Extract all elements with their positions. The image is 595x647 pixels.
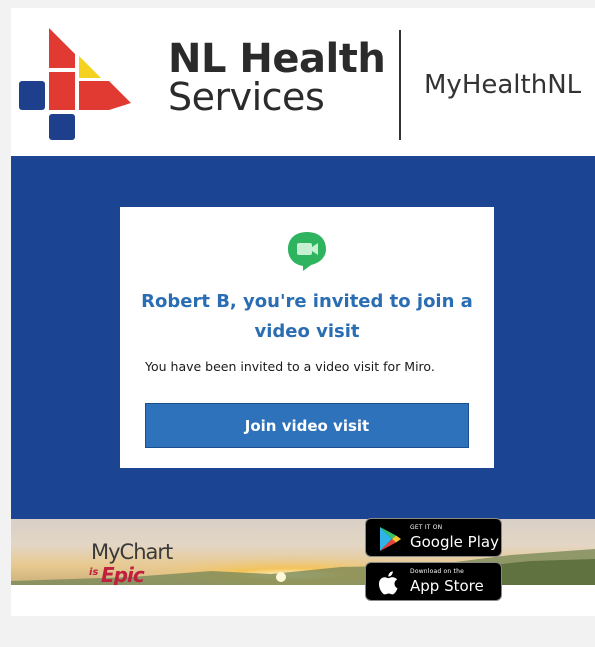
app-store-badge[interactable]: Download on the App Store — [365, 562, 502, 601]
footer-banner: MyChart is Epic — [11, 519, 595, 585]
invite-message: You have been invited to a video visit f… — [145, 359, 435, 374]
google-play-icon — [380, 527, 401, 551]
app-store-label: App Store — [410, 577, 484, 595]
invite-title: Robert B, you're invited to join a video… — [141, 291, 473, 342]
email-container: NL Health Services MyHealthNL Robert B, … — [11, 8, 595, 616]
google-play-label: Google Play — [410, 533, 499, 551]
mychart-is-text: is — [89, 567, 99, 578]
email-header: NL Health Services MyHealthNL — [11, 8, 595, 156]
invite-card: Robert B, you're invited to join a video… — [120, 207, 494, 468]
org-name-line2: Services — [168, 75, 325, 119]
header-divider — [399, 30, 401, 140]
footer-spacer — [11, 585, 595, 616]
mychart-wordmark: MyChart — [91, 540, 173, 564]
mychart-epic-logo: MyChart is Epic — [89, 540, 173, 585]
org-name: NL Health Services — [168, 36, 386, 119]
apple-icon — [378, 571, 398, 595]
join-video-visit-button[interactable]: Join video visit — [145, 403, 469, 448]
google-play-badge[interactable]: GET IT ON Google Play — [365, 518, 502, 557]
invite-band: Robert B, you're invited to join a video… — [11, 156, 595, 519]
org-name-line1: NL Health — [168, 36, 386, 82]
video-chat-icon — [288, 232, 326, 271]
nl-health-logo-icon — [19, 28, 131, 140]
portal-name: MyHealthNL — [424, 70, 582, 100]
epic-wordmark: Epic — [101, 563, 145, 585]
app-store-small-text: Download on the — [410, 568, 464, 575]
google-play-small-text: GET IT ON — [410, 524, 443, 531]
